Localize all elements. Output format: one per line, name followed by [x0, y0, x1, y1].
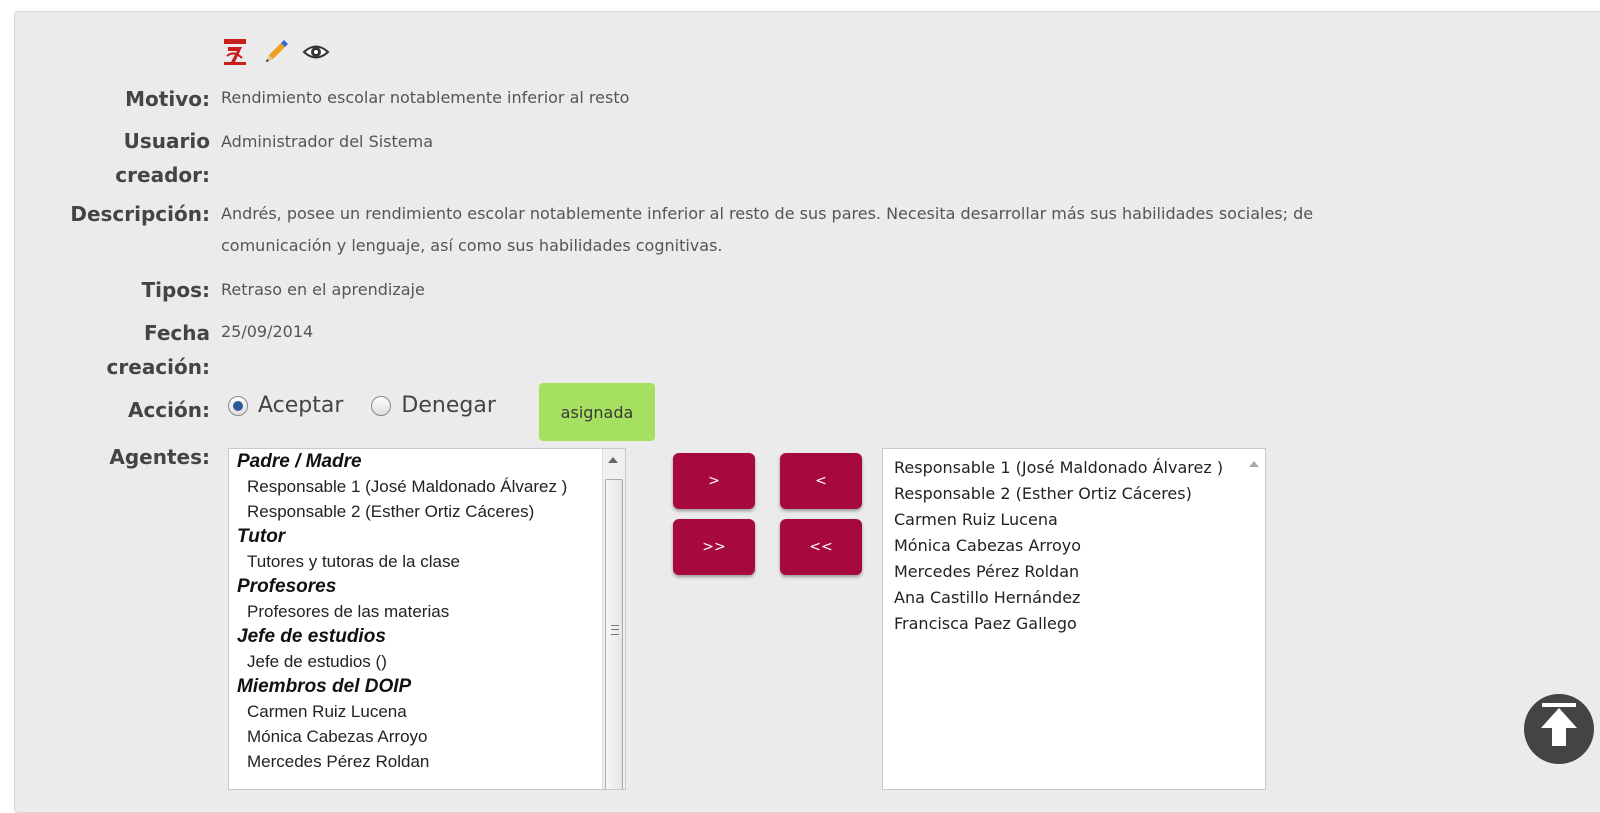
accion-label: Acción: [127, 398, 210, 422]
descripcion-label: Descripción: [70, 202, 210, 226]
descripcion-value: Andrés, posee un rendimiento escolar not… [221, 204, 1314, 255]
list-item[interactable]: Mercedes Pérez Roldan [229, 749, 625, 774]
agentes-label: Agentes: [109, 445, 210, 469]
motivo-label: Motivo: [125, 87, 210, 111]
scroll-to-top-cap [1542, 703, 1576, 707]
status-badge: asignada [539, 383, 655, 441]
action-icons [222, 38, 330, 66]
optgroup-jefe-estudios: Jefe de estudios [237, 626, 386, 647]
available-agents-scrollbar[interactable] [602, 449, 625, 789]
scroll-up-arrow-icon[interactable] [608, 457, 618, 463]
list-item[interactable]: Carmen Ruiz Lucena [883, 507, 1265, 533]
move-left-button[interactable]: < [780, 453, 862, 509]
aceptar-label[interactable]: Aceptar [258, 393, 343, 418]
optgroup-tutor: Tutor [237, 526, 286, 547]
move-all-left-button[interactable]: << [780, 519, 862, 575]
usuario-creador-value: Administrador del Sistema [221, 132, 434, 151]
fecha-creacion-value: 25/09/2014 [221, 322, 314, 341]
scroll-to-top-bar [1552, 728, 1566, 746]
scroll-grip-icon [611, 625, 619, 635]
motivo-value: Rendimiento escolar notablemente inferio… [221, 88, 630, 107]
usuario-creador-label: Usuario creador: [115, 129, 210, 187]
list-item[interactable]: Responsable 2 (Esther Ortiz Cáceres) [883, 481, 1265, 507]
edit-pencil-icon[interactable] [262, 38, 288, 66]
move-right-button[interactable]: > [673, 453, 755, 509]
list-item[interactable]: Responsable 2 (Esther Ortiz Cáceres) [229, 499, 625, 524]
selected-agents-list[interactable]: Responsable 1 (José Maldonado Álvarez ) … [882, 448, 1266, 790]
list-item[interactable]: Mercedes Pérez Roldan [883, 559, 1265, 585]
list-item[interactable]: Francisca Paez Gallego [883, 611, 1265, 637]
list-item[interactable]: Profesores de las materias [229, 599, 625, 624]
view-eye-icon[interactable] [302, 38, 330, 66]
pdf-icon[interactable] [222, 38, 248, 66]
available-agents-list[interactable]: Padre / Madre Responsable 1 (José Maldon… [228, 448, 626, 790]
list-item[interactable]: Jefe de estudios () [229, 649, 625, 674]
list-item[interactable]: Mónica Cabezas Arroyo [883, 533, 1265, 559]
scroll-up-arrow-icon[interactable] [1249, 461, 1259, 467]
list-item[interactable]: Carmen Ruiz Lucena [229, 699, 625, 724]
optgroup-padre-madre: Padre / Madre [237, 451, 362, 472]
denegar-radio[interactable] [371, 395, 392, 416]
optgroup-miembros-doip: Miembros del DOIP [237, 676, 412, 697]
tipos-value: Retraso en el aprendizaje [221, 280, 425, 299]
move-all-right-button[interactable]: >> [673, 519, 755, 575]
denegar-label[interactable]: Denegar [401, 393, 495, 418]
fecha-creacion-label: Fecha creación: [106, 321, 210, 379]
aceptar-radio[interactable] [228, 395, 248, 416]
list-item[interactable]: Responsable 1 (José Maldonado Álvarez ) [883, 455, 1265, 481]
tipos-label: Tipos: [141, 278, 210, 302]
list-item[interactable]: Ana Castillo Hernández [883, 585, 1265, 611]
accion-radio-group: Aceptar Denegar [228, 393, 524, 418]
list-item[interactable]: Tutores y tutoras de la clase [229, 549, 625, 574]
list-item[interactable]: Mónica Cabezas Arroyo [229, 724, 625, 749]
scroll-to-top-arrow [1541, 708, 1577, 728]
list-item[interactable]: Responsable 1 (José Maldonado Álvarez ) [229, 474, 625, 499]
optgroup-profesores: Profesores [237, 576, 337, 597]
scroll-to-top-icon[interactable] [1524, 694, 1594, 764]
scroll-thumb[interactable] [605, 479, 623, 789]
